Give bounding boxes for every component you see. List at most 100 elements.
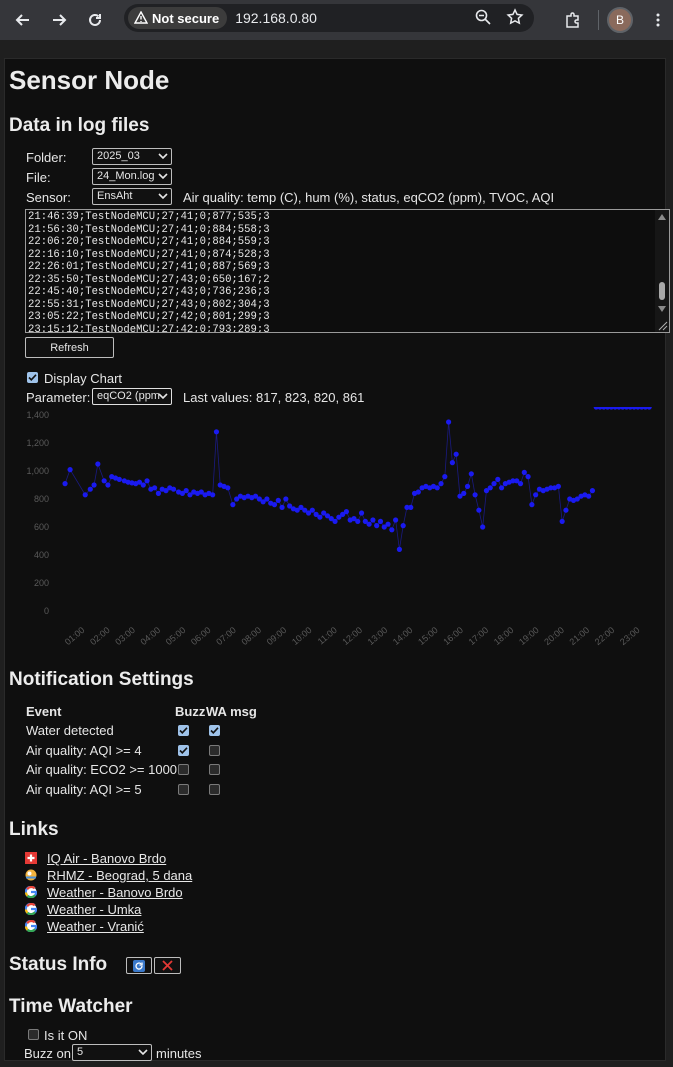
close-icon [162,960,173,971]
log-scrollbar[interactable] [655,210,669,332]
folder-select[interactable]: 2025_03 [92,148,172,165]
reload-button[interactable] [77,2,113,38]
buzz-on-label: Buzz on [24,1046,71,1061]
extensions-button[interactable] [556,3,590,37]
data-point [116,476,122,482]
data-point [517,481,524,487]
sensor-select[interactable]: EnsAht [92,188,172,205]
sensor-label: Sensor: [26,190,71,205]
address-bar[interactable]: Not secure 192.168.0.80 [124,4,534,32]
link-item[interactable]: Weather - Banovo Brdo [47,885,183,900]
data-point [225,485,231,491]
security-indicator[interactable]: Not secure [128,7,228,29]
wa-msg-checkbox[interactable] [209,725,220,736]
file-select[interactable]: 24_Mon.log [92,168,172,185]
x-tick-label: 19:00 [517,625,541,647]
y-tick-label: 400 [34,550,49,560]
wa-msg-checkbox[interactable] [209,744,220,756]
data-point [453,451,459,457]
zoom-icon[interactable] [474,8,492,26]
chevron-down-icon [158,153,168,160]
data-point [343,509,350,515]
y-tick-label: 600 [34,522,49,532]
url-text[interactable]: 192.168.0.80 [235,10,317,26]
back-button[interactable] [5,2,41,38]
data-point [283,496,289,502]
data-point [152,485,158,491]
x-tick-label: 05:00 [164,625,188,647]
is-on-label: Is it ON [44,1028,88,1043]
link-item[interactable]: Weather - Umka [47,902,141,917]
page-title: Sensor Node [9,65,170,95]
buzz-checkbox[interactable] [178,725,189,736]
data-point [183,488,189,494]
x-tick-label: 07:00 [214,625,238,647]
data-point [400,523,406,529]
data-point [355,518,361,524]
parameter-select[interactable]: eqCO2 (ppm [92,388,172,405]
x-tick-label: 03:00 [113,625,137,647]
notification-event-label: Air quality: AQI >= 4 [26,742,142,758]
log-line: 22:16:10;TestNodeMCU;27;41;0;874;528;3 [28,248,270,261]
wa-msg-checkbox[interactable] [209,764,220,776]
data-point [230,502,236,508]
forward-button[interactable] [41,2,77,38]
scroll-up-icon[interactable] [658,214,666,220]
data-point [559,518,565,524]
buzz-checkbox[interactable] [178,784,189,796]
status-clear-button[interactable] [154,957,181,974]
data-point [271,502,278,508]
wa-msg-checkbox[interactable] [209,784,220,796]
x-tick-label: 23:00 [618,625,642,647]
parameter-label: Parameter: [26,390,91,405]
parameter-select-value: eqCO2 (ppm [97,390,160,402]
is-on-checkbox[interactable] [28,1029,39,1040]
link-item[interactable]: Weather - Vranić [47,919,144,934]
data-point [529,502,535,508]
y-tick-label: 1,400 [26,410,49,420]
data-point [144,478,150,484]
data-point [464,483,471,489]
buzz-checkbox[interactable] [178,744,189,756]
x-tick-label: 04:00 [139,625,163,647]
profile-avatar[interactable]: B [607,7,633,33]
data-point [210,492,216,498]
data-point [275,497,281,503]
chevron-down-icon [158,193,168,200]
x-tick-label: 11:00 [316,625,339,647]
data-point [438,481,444,487]
browser-menu-button[interactable] [643,3,673,37]
arrow-left-icon [15,14,29,26]
status-refresh-button[interactable] [126,957,152,974]
y-tick-label: 800 [34,494,49,504]
scroll-down-icon[interactable] [658,306,666,312]
sensor-description: Air quality: temp (C), hum (%), status, … [183,190,555,205]
x-tick-label: 01:00 [63,625,87,647]
buzz-minutes-select[interactable]: 5 [72,1044,152,1061]
link-item[interactable]: IQ Air - Banovo Brdo [47,851,166,866]
display-chart-checkbox[interactable] [27,372,38,383]
data-point [170,486,177,492]
bookmark-star-icon[interactable] [506,8,524,26]
sensor-select-value: EnsAht [97,190,133,202]
google-icon [25,903,37,916]
folder-label: Folder: [26,150,67,165]
log-textarea[interactable]: 21:46:39;TestNodeMCU;27;41;0;877;535;3 21… [25,209,670,333]
data-point [491,481,497,487]
data-point [358,510,365,516]
buzz-checkbox[interactable] [178,764,189,776]
data-point [67,467,73,473]
refresh-button[interactable]: Refresh [25,337,114,358]
data-point [586,493,592,499]
data-point [377,518,384,524]
data-point [91,482,97,488]
notification-settings-heading: Notification Settings [9,669,194,690]
data-point [105,482,111,488]
x-tick-label: 14:00 [391,625,415,647]
x-tick-label: 20:00 [542,625,566,647]
link-item[interactable]: RHMZ - Beograd, 5 dana [47,868,192,883]
resize-grip-icon[interactable] [657,320,668,331]
scroll-thumb[interactable] [659,282,665,300]
data-point [449,460,455,466]
file-select-value: 24_Mon.log [97,170,155,182]
